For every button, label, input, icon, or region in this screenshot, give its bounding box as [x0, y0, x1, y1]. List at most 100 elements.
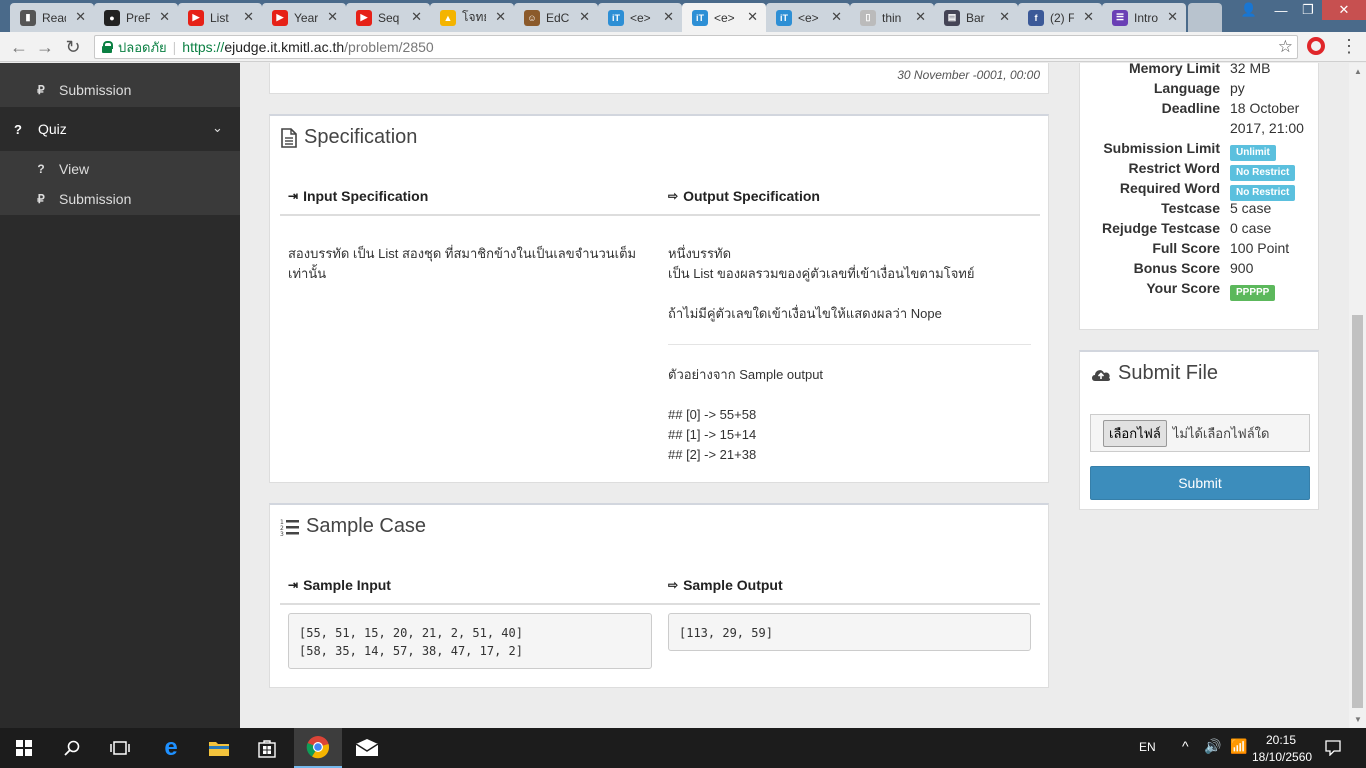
chevron-up-icon[interactable]: ^	[1182, 738, 1189, 754]
notifications-icon[interactable]	[1318, 728, 1348, 768]
chrome-icon[interactable]	[294, 728, 342, 768]
page-scrollbar[interactable]: ▲ ▼	[1349, 63, 1366, 728]
browser-tab[interactable]: ▶ Seq ✕	[346, 3, 430, 32]
info-restrict-word: Restrict Word No Restrict	[1080, 160, 1320, 181]
browser-tab[interactable]: iT <e> ✕	[766, 3, 850, 32]
mail-icon[interactable]	[344, 728, 390, 768]
minimize-button[interactable]: —	[1268, 0, 1294, 20]
file-explorer-icon[interactable]	[196, 728, 242, 768]
browser-tab[interactable]: f (2) F ✕	[1018, 3, 1102, 32]
browser-tab-label: <e>	[714, 10, 735, 25]
restore-button[interactable]: ❐	[1295, 0, 1321, 20]
scrollbar-thumb[interactable]	[1352, 315, 1363, 708]
close-tab-icon[interactable]: ✕	[915, 9, 926, 25]
browser-tab[interactable]: ▶ List ✕	[178, 3, 262, 32]
url-scheme: https://	[182, 39, 225, 55]
volume-icon[interactable]: 🔊	[1204, 738, 1221, 755]
info-key: Language	[1153, 80, 1220, 96]
scroll-up-icon[interactable]: ▲	[1354, 67, 1362, 76]
problem-timestamp: 30 November -0001, 00:00	[897, 68, 1040, 82]
clock-time[interactable]: 20:15	[1266, 733, 1296, 747]
sample-case-title: 1 2 3 Sample Case	[280, 515, 426, 538]
reload-icon[interactable]: ↻	[62, 36, 84, 58]
sidebar-item-quiz-submission[interactable]: ₽ Submission	[0, 184, 240, 214]
face-icon: ☺	[524, 9, 540, 26]
network-icon[interactable]: 📶	[1230, 738, 1247, 755]
bookmark-star-icon[interactable]: ☆	[1278, 37, 1293, 57]
close-tab-icon[interactable]: ✕	[159, 9, 170, 25]
chevron-down-icon: ⌄	[212, 120, 223, 135]
task-view-icon[interactable]	[96, 728, 144, 768]
info-bonus-score: Bonus Score 900	[1080, 260, 1320, 280]
sidebar-item-label: Submission	[59, 191, 132, 207]
menu-dots-icon[interactable]: ⋮	[1340, 37, 1358, 55]
edge-icon[interactable]: e	[148, 728, 194, 768]
browser-tab-label: Read	[42, 10, 66, 25]
browser-tab[interactable]: ▶ Year ✕	[262, 3, 346, 32]
clock-date[interactable]: 18/10/2560	[1252, 750, 1312, 764]
browser-tab-label: List	[210, 10, 229, 25]
submit-button[interactable]: Submit	[1090, 466, 1310, 500]
browser-tab-label: EdCl	[546, 10, 570, 25]
browser-tab[interactable]: ▲ โจทย ✕	[430, 3, 514, 32]
github-icon: ●	[104, 9, 120, 26]
close-window-button[interactable]: ✕	[1322, 0, 1366, 20]
output-spec-divider	[668, 344, 1031, 345]
browser-tab[interactable]: ▤ Bar ✕	[934, 3, 1018, 32]
browser-tab[interactable]: ☰ Intro ✕	[1102, 3, 1186, 32]
windows-start-icon[interactable]	[0, 728, 48, 768]
info-language: Language py	[1080, 80, 1320, 100]
sidebar-item-label: Quiz	[38, 121, 67, 137]
search-icon[interactable]	[48, 728, 96, 768]
close-tab-icon[interactable]: ✕	[831, 9, 842, 25]
specification-panel: Specification ⇥ Input Specification ⇨ Ou…	[269, 114, 1049, 483]
scroll-down-icon[interactable]: ▼	[1354, 715, 1362, 724]
close-tab-icon[interactable]: ✕	[243, 9, 254, 25]
address-bar[interactable]: ปลอดภัย | https:// ejudge.it.kmitl.ac.th…	[94, 35, 1298, 59]
close-tab-icon[interactable]: ✕	[1167, 9, 1178, 25]
sidebar-item-submission-previous[interactable]: ₽ Submission	[0, 75, 240, 105]
info-key: Restrict Word	[1128, 160, 1220, 176]
close-tab-icon[interactable]: ✕	[663, 9, 674, 25]
opera-extension-icon[interactable]	[1307, 37, 1325, 55]
example-line-0: ## [0] -> 55+58	[668, 407, 757, 422]
language-indicator[interactable]: EN	[1139, 740, 1156, 754]
info-value: 0 case	[1230, 220, 1272, 236]
close-tab-icon[interactable]: ✕	[747, 9, 758, 25]
info-required-word: Required Word No Restrict	[1080, 180, 1320, 201]
file-input[interactable]: เลือกไฟล์ ไม่ได้เลือกไฟล์ใด	[1090, 414, 1310, 452]
forward-icon[interactable]: →	[34, 36, 56, 58]
lock-icon	[102, 41, 113, 53]
store-icon[interactable]	[244, 728, 290, 768]
choose-file-button[interactable]: เลือกไฟล์	[1103, 419, 1167, 447]
close-tab-icon[interactable]: ✕	[579, 9, 590, 25]
browser-tab[interactable]: ▮ Read ✕	[10, 3, 94, 32]
browser-tab[interactable]: ● PreP ✕	[94, 3, 178, 32]
info-deadline-cont: 2017, 21:00	[1080, 120, 1320, 140]
browser-tab[interactable]: iT <e> ✕	[598, 3, 682, 32]
sidebar-item-quiz[interactable]: ? Quiz ⌄	[0, 107, 240, 151]
browser-tab[interactable]: ▯ thin ✕	[850, 3, 934, 32]
close-tab-icon[interactable]: ✕	[327, 9, 338, 25]
submission-icon: ₽	[37, 192, 45, 206]
svg-text:3: 3	[280, 531, 284, 537]
sidebar-item-quiz-view[interactable]: ? View	[0, 154, 240, 184]
profile-icon[interactable]: 👤	[1236, 0, 1262, 20]
browser-tab-label: Seq	[378, 10, 400, 25]
document-icon	[281, 127, 297, 148]
secure-label: ปลอดภัย	[118, 39, 167, 55]
browser-tab[interactable]: iT <e> ✕	[682, 3, 766, 32]
status-badge: No Restrict	[1230, 185, 1296, 201]
new-tab-button[interactable]	[1188, 3, 1222, 32]
sample-input-line-1: [58, 35, 14, 57, 38, 47, 17, 2]	[299, 644, 523, 658]
close-tab-icon[interactable]: ✕	[495, 9, 506, 25]
close-tab-icon[interactable]: ✕	[1083, 9, 1094, 25]
back-icon[interactable]: ←	[8, 36, 30, 58]
close-tab-icon[interactable]: ✕	[999, 9, 1010, 25]
close-tab-icon[interactable]: ✕	[75, 9, 86, 25]
info-key: Bonus Score	[1133, 260, 1220, 276]
output-spec-header-text: Output Specification	[683, 188, 820, 204]
info-submission-limit: Submission Limit Unlimit	[1080, 140, 1320, 161]
close-tab-icon[interactable]: ✕	[411, 9, 422, 25]
browser-tab[interactable]: ☺ EdCl ✕	[514, 3, 598, 32]
